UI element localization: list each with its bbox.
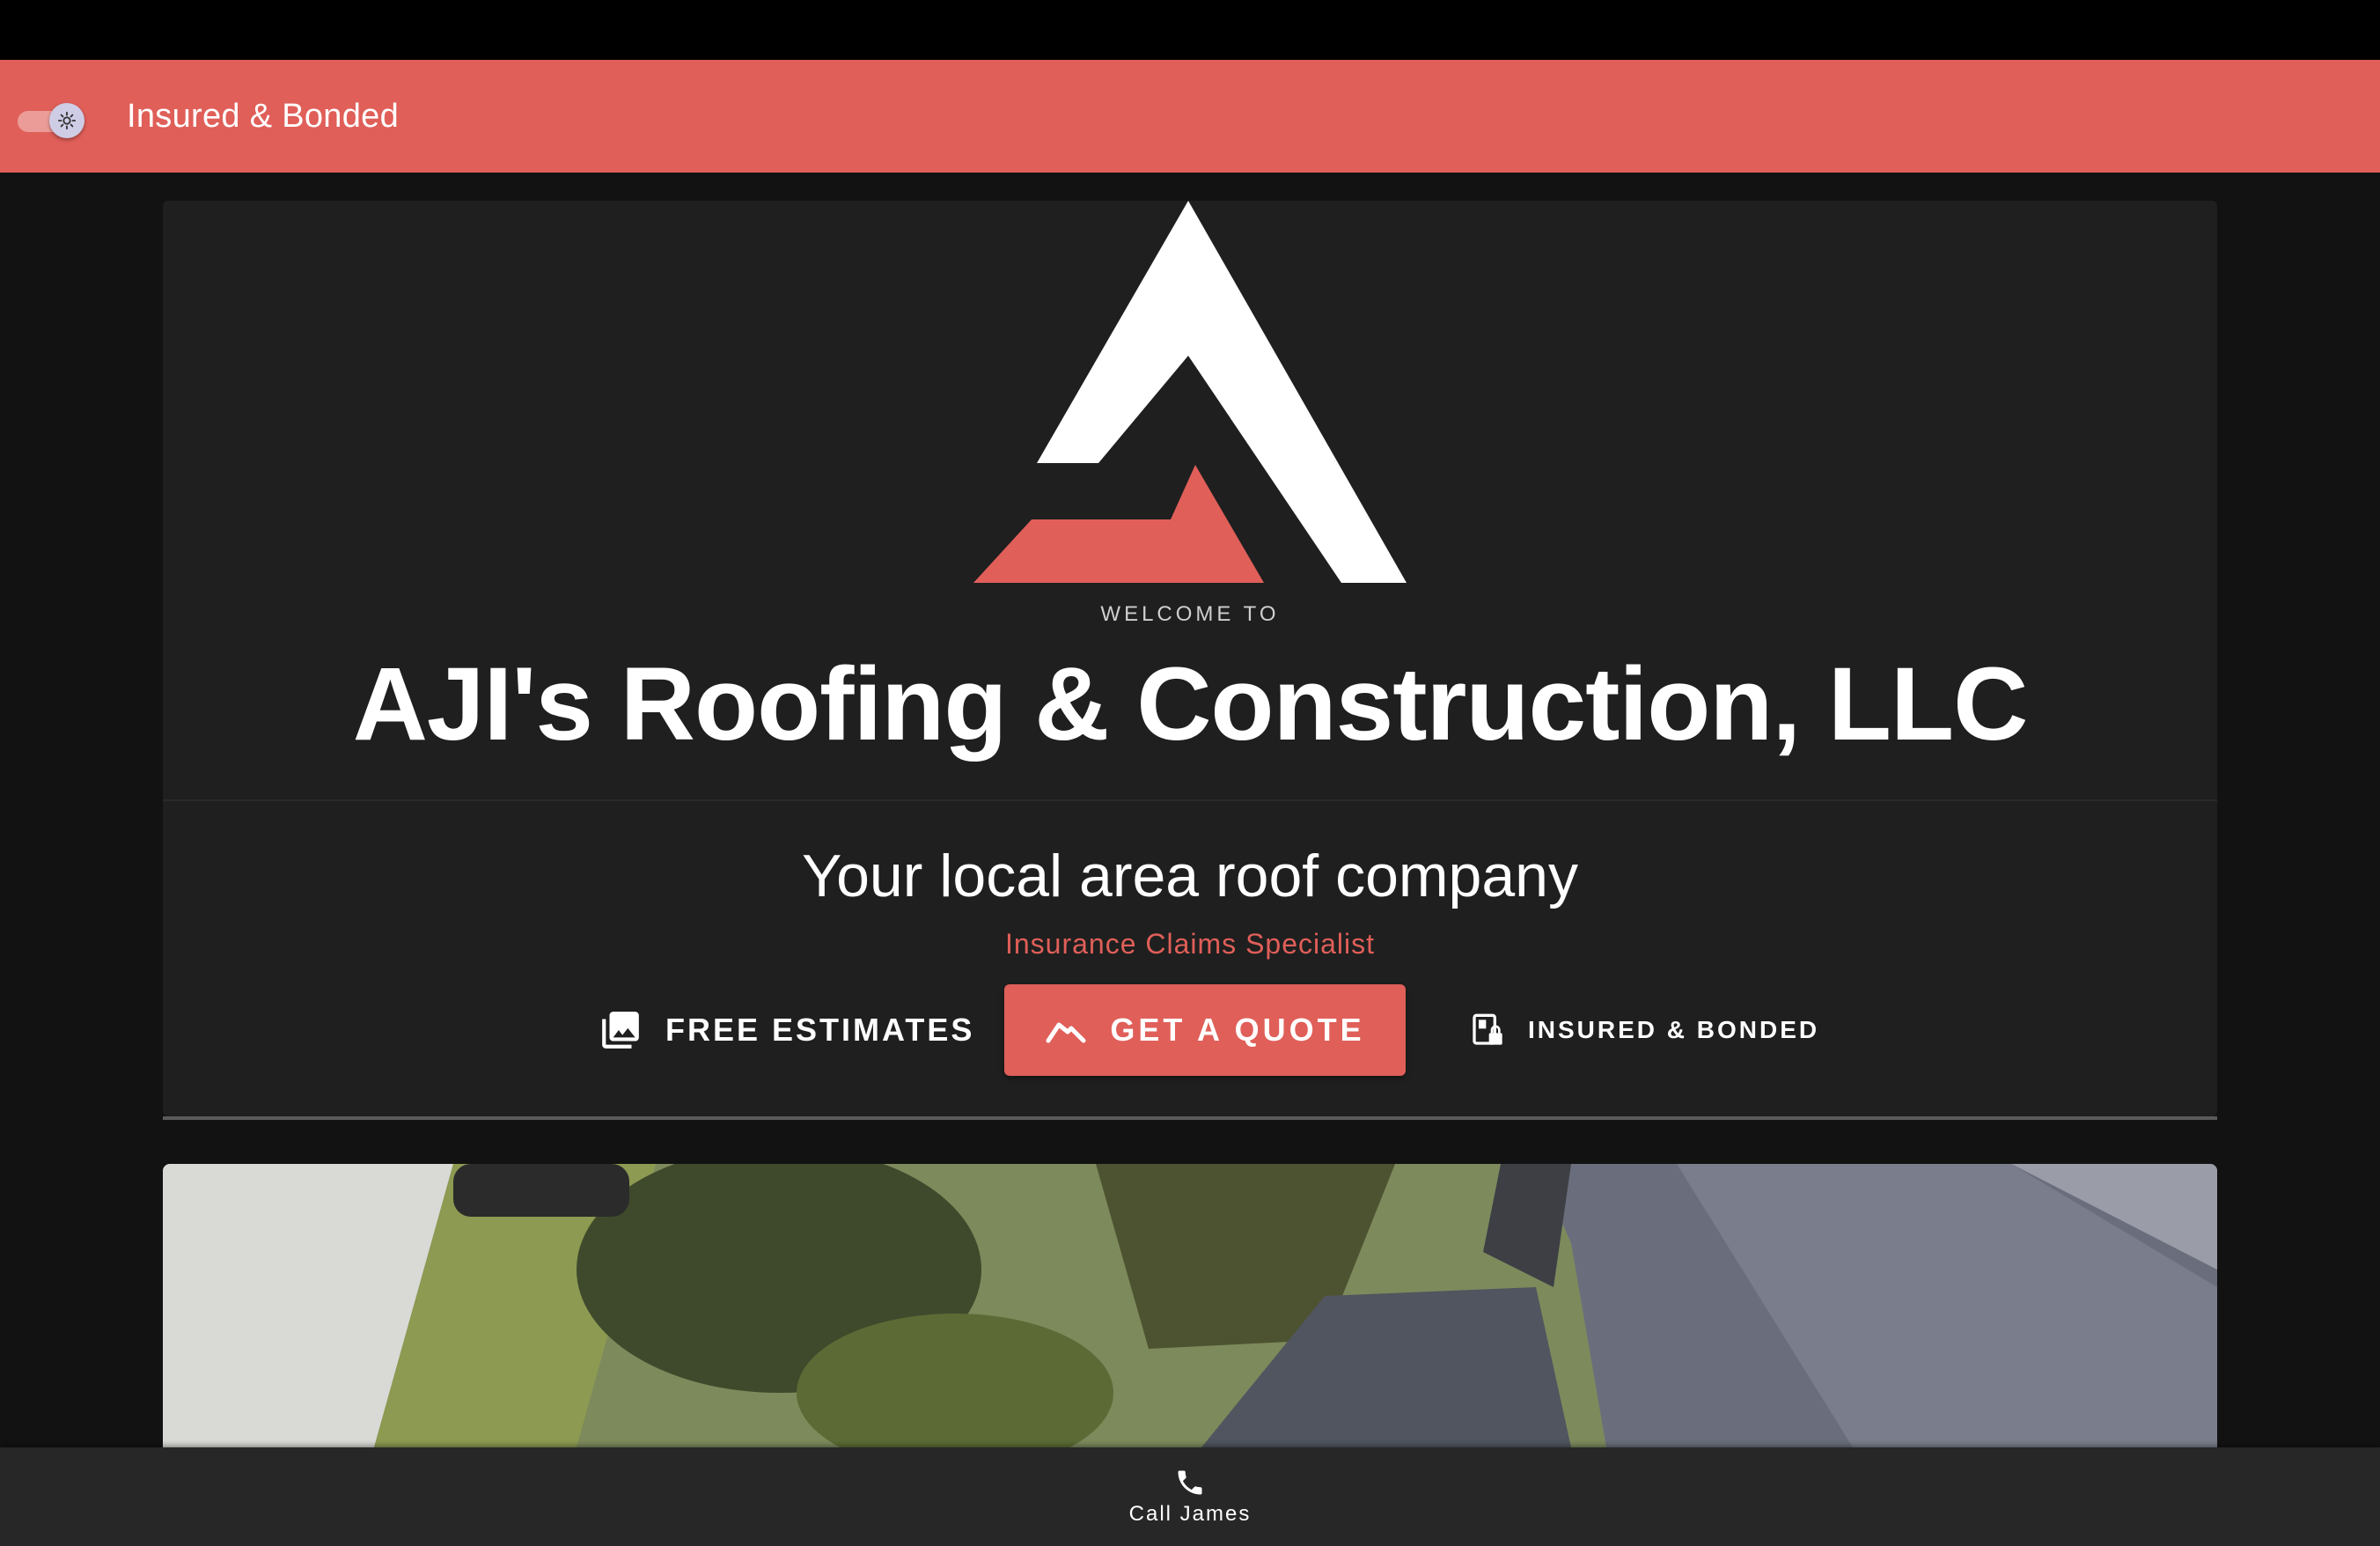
theme-toggle[interactable] <box>18 101 86 140</box>
insured-bonded-button[interactable]: INSURED & BONDED <box>1470 984 1819 1076</box>
roof-chevron-icon <box>1045 1016 1087 1044</box>
tagline: Your local area roof company <box>801 843 1578 909</box>
get-quote-label: GET A QUOTE <box>1110 1012 1365 1048</box>
divider <box>163 799 2217 801</box>
welcome-text: WELCOME TO <box>1100 602 1280 626</box>
page: Insured & Bonded WELCOME TO AJI's Roofin… <box>0 0 2380 1546</box>
app-bar: Insured & Bonded <box>0 60 2380 173</box>
get-quote-button[interactable]: GET A QUOTE <box>1004 984 1406 1076</box>
browser-top-bar <box>0 0 2380 60</box>
brightness-icon <box>57 111 77 130</box>
call-james-button[interactable]: Call James <box>1102 1447 1278 1546</box>
insured-bonded-label: INSURED & BONDED <box>1528 1016 1820 1043</box>
free-estimates-label: FREE ESTIMATES <box>665 1012 975 1048</box>
call-james-label: Call James <box>1128 1502 1252 1526</box>
company-name: AJI's Roofing & Construction, LLC <box>352 646 2029 762</box>
toggle-thumb[interactable] <box>49 103 84 138</box>
aerial-roof-photo <box>163 1164 2217 1447</box>
specialty-text: Insurance Claims Specialist <box>1004 928 1376 960</box>
badge-lock-icon <box>1470 1012 1505 1048</box>
bottom-navigation: Call James <box>0 1447 2380 1546</box>
free-estimates-button[interactable]: FREE ESTIMATES <box>599 984 974 1076</box>
roof-a-logo <box>973 201 1407 583</box>
phone-icon <box>1178 1470 1202 1495</box>
app-bar-title: Insured & Bonded <box>127 98 400 135</box>
section-divider <box>163 1116 2217 1120</box>
photo-library-icon <box>599 1008 643 1052</box>
action-bar: FREE ESTIMATES GET A QUOTE INSURED & BON… <box>0 984 2380 1076</box>
